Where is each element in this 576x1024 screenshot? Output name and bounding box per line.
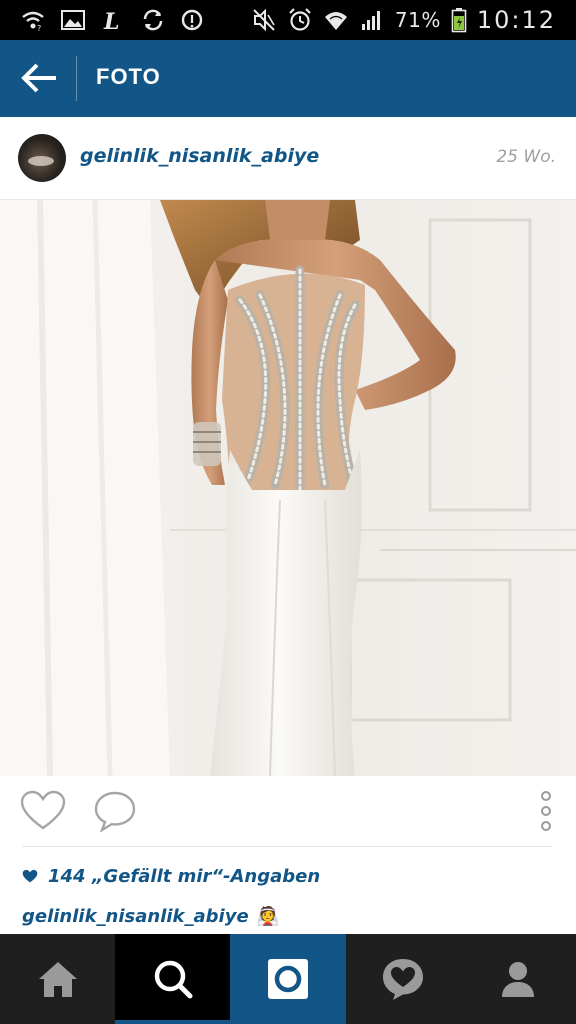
search-icon [154, 960, 193, 999]
comment-bubble-icon [94, 791, 136, 832]
avatar[interactable] [18, 134, 66, 182]
home-icon [38, 962, 77, 997]
arrow-back-icon [21, 63, 56, 93]
battery-percent: 71% [394, 8, 441, 32]
clock: 10:12 [476, 6, 556, 34]
activity-heart-icon [383, 959, 424, 1000]
nav-activity[interactable] [346, 934, 461, 1024]
status-bar: ? L 71% 10:12 [0, 0, 576, 40]
alarm-icon [287, 7, 313, 33]
page-title: FOTO [96, 64, 161, 89]
svg-text:?: ? [37, 24, 41, 33]
status-left-icons: ? L [20, 6, 206, 35]
nav-camera[interactable] [230, 934, 346, 1024]
nav-search[interactable] [115, 934, 231, 1024]
profile-icon [502, 962, 535, 997]
action-bar: FOTO [0, 40, 576, 117]
post-header: gelinlik_nisanlik_abiye 25 Wo. [0, 117, 576, 200]
nav-profile[interactable] [461, 934, 576, 1024]
heart-icon [20, 790, 66, 830]
post-photo[interactable] [0, 200, 576, 776]
camera-icon [267, 959, 308, 999]
dress-photo-image [0, 200, 576, 776]
wifi-icon: ? [20, 7, 46, 33]
caption-username[interactable]: gelinlik_nisanlik_abiye [22, 906, 249, 927]
svg-text:L: L [103, 9, 119, 33]
caption-row: gelinlik_nisanlik_abiye 👰 [22, 902, 279, 930]
bottom-nav [0, 934, 576, 1024]
post-username[interactable]: gelinlik_nisanlik_abiye [80, 145, 319, 167]
nav-home[interactable] [0, 934, 115, 1024]
status-right-icons: 71% 10:12 [251, 6, 556, 34]
more-vert-icon [541, 791, 551, 831]
more-options-button[interactable] [532, 788, 560, 834]
lastpass-icon: L [100, 7, 126, 35]
post-actions [0, 776, 576, 846]
likes-row[interactable]: 144 „Gefällt mir“-Angaben [22, 862, 320, 890]
voicemail-icon [180, 7, 206, 33]
caption-text: 👰 [256, 905, 280, 927]
action-bar-divider [76, 56, 77, 101]
cell-signal-icon [359, 7, 385, 33]
battery-icon [451, 7, 467, 33]
divider [22, 846, 552, 847]
likes-count[interactable]: 144 „Gefällt mir“-Angaben [48, 866, 320, 887]
sync-icon [140, 7, 166, 33]
gallery-icon [60, 7, 86, 33]
comment-button[interactable] [92, 790, 138, 832]
heart-filled-icon [22, 869, 38, 882]
wifi-signal-icon [323, 7, 349, 33]
post-time: 25 Wo. [496, 147, 556, 167]
like-button[interactable] [20, 790, 66, 832]
mute-icon [251, 7, 277, 33]
back-button[interactable] [14, 52, 66, 104]
